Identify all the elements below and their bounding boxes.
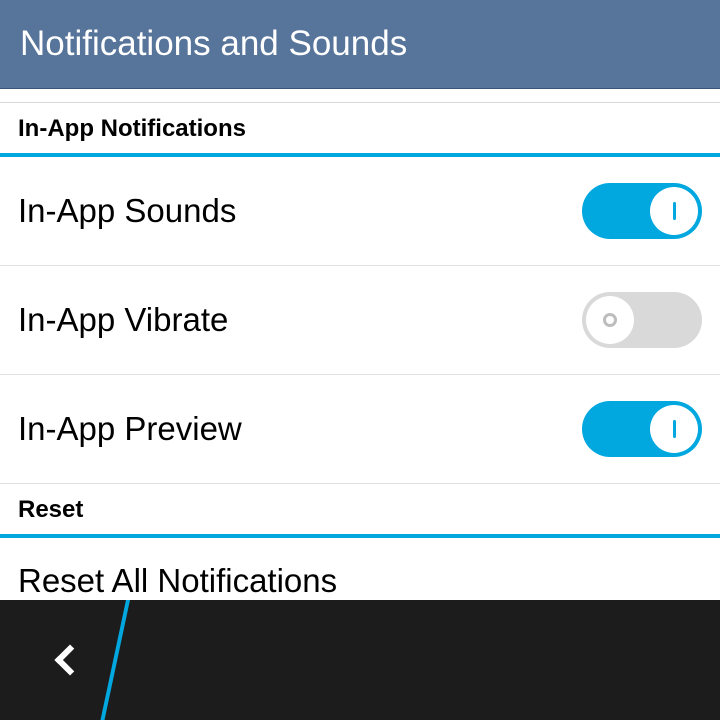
separator xyxy=(100,600,130,720)
section-header-inapp: In-App Notifications xyxy=(0,103,720,157)
toggle-knob xyxy=(650,405,698,453)
page-header: Notifications and Sounds xyxy=(0,0,720,89)
toggle-inapp-sounds[interactable] xyxy=(582,183,702,239)
section-header-label: Reset xyxy=(18,496,83,523)
row-inapp-sounds[interactable]: In-App Sounds xyxy=(0,157,720,266)
page-title: Notifications and Sounds xyxy=(20,24,407,63)
row-label: In-App Vibrate xyxy=(18,301,228,339)
toggle-knob xyxy=(650,187,698,235)
toggle-inapp-vibrate[interactable] xyxy=(582,292,702,348)
toggle-knob xyxy=(586,296,634,344)
chevron-left-icon xyxy=(54,644,85,675)
row-label: Reset All Notifications xyxy=(18,562,337,599)
toggle-on-icon xyxy=(673,202,676,220)
row-label: In-App Preview xyxy=(18,410,242,448)
content-area: In-App Notifications In-App Sounds In-Ap… xyxy=(0,89,720,632)
section-header-reset: Reset xyxy=(0,484,720,538)
section-header-label: In-App Notifications xyxy=(18,115,246,142)
bottom-bar xyxy=(0,600,720,720)
toggle-inapp-preview[interactable] xyxy=(582,401,702,457)
toggle-on-icon xyxy=(673,420,676,438)
row-label: In-App Sounds xyxy=(18,192,236,230)
spacer xyxy=(0,89,720,103)
row-inapp-vibrate[interactable]: In-App Vibrate xyxy=(0,266,720,375)
toggle-off-icon xyxy=(603,313,617,327)
row-inapp-preview[interactable]: In-App Preview xyxy=(0,375,720,484)
back-button[interactable] xyxy=(0,600,130,720)
